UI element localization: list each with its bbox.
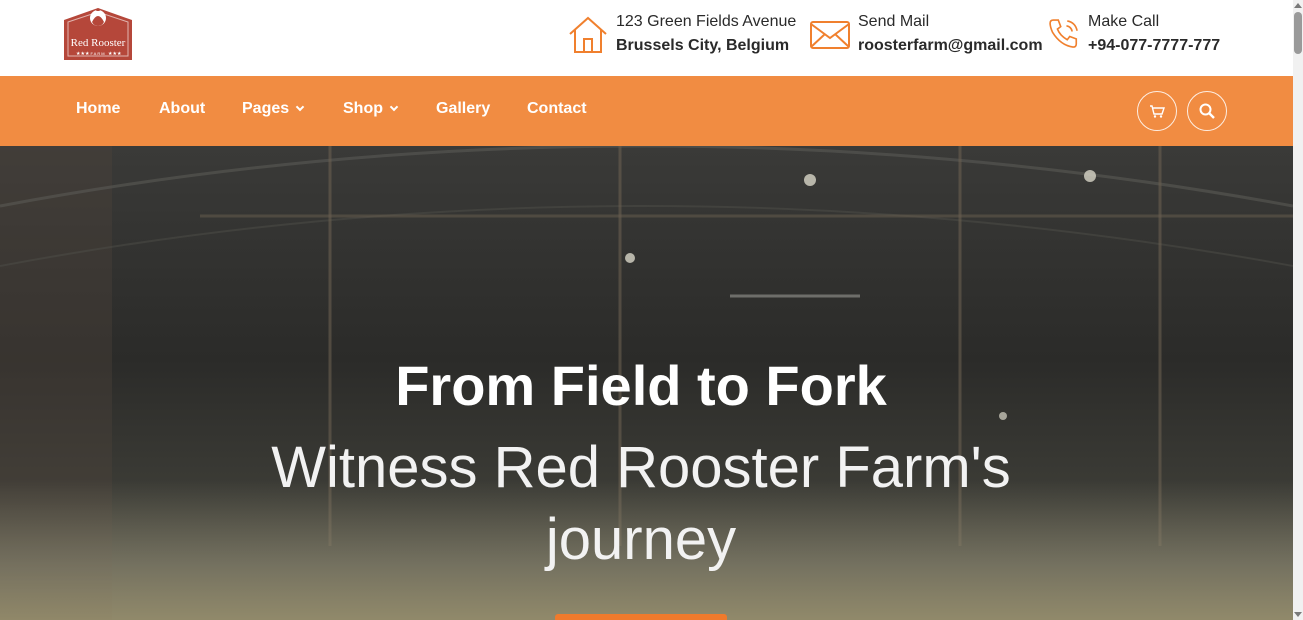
address-line-1: 123 Green Fields Avenue <box>616 13 797 30</box>
phone-number[interactable]: +94-077-7777-777 <box>1088 34 1220 58</box>
hero-cta-button[interactable] <box>555 614 727 620</box>
scroll-up-arrow-icon[interactable] <box>1294 3 1302 8</box>
logo-name: Red Rooster <box>71 37 126 49</box>
call-label: Make Call <box>1088 13 1160 30</box>
mail-address[interactable]: roosterfarm@gmail.com <box>858 34 1043 58</box>
page: Red Rooster FARM ★★★ ★★★ 123 Green Field… <box>0 0 1303 620</box>
nav-item-contact[interactable]: Contact <box>527 100 587 118</box>
nav-item-gallery[interactable]: Gallery <box>436 100 490 118</box>
house-icon <box>569 16 607 53</box>
scroll-thumb[interactable] <box>1294 12 1302 54</box>
svg-text:★★★: ★★★ <box>108 51 122 57</box>
logo-sub: FARM <box>90 51 105 56</box>
scroll-down-arrow-icon[interactable] <box>1294 612 1302 617</box>
mail-icon <box>810 21 850 49</box>
nav-label: Shop <box>343 100 383 117</box>
phone-icon <box>1049 19 1078 48</box>
contact-address: 123 Green Fields Avenue Brussels City, B… <box>566 10 796 58</box>
nav-label: About <box>159 100 206 117</box>
chevron-down-icon <box>389 102 399 112</box>
chevron-down-icon <box>295 102 305 112</box>
hero-section: From Field to Fork Witness Red Rooster F… <box>0 146 1293 620</box>
rooster-logo-icon: Red Rooster FARM ★★★ ★★★ <box>64 8 132 60</box>
hero-subtitle: Witness Red Rooster Farm's journey <box>271 435 1011 572</box>
contact-mail: Send Mail roosterfarm@gmail.com <box>808 10 1043 58</box>
cart-icon <box>1150 105 1165 118</box>
search-icon <box>1199 103 1215 119</box>
nav-item-about[interactable]: About <box>159 100 205 118</box>
address-line-2: Brussels City, Belgium <box>616 37 790 54</box>
page-scrollbar[interactable] <box>1293 0 1303 620</box>
nav-label: Gallery <box>436 100 491 117</box>
nav-label: Contact <box>527 100 587 117</box>
mail-label: Send Mail <box>858 13 930 30</box>
search-button[interactable] <box>1187 91 1227 131</box>
nav-item-home[interactable]: Home <box>76 100 120 118</box>
brand-logo[interactable]: Red Rooster FARM ★★★ ★★★ <box>58 6 138 62</box>
top-header: Red Rooster FARM ★★★ ★★★ 123 Green Field… <box>0 0 1293 76</box>
cart-button[interactable] <box>1137 91 1177 131</box>
nav-label: Home <box>76 100 121 117</box>
nav-item-pages[interactable]: Pages <box>242 100 305 118</box>
nav-item-shop[interactable]: Shop <box>343 100 399 118</box>
main-navigation: Home About Pages Shop Gallery Contact <box>0 76 1293 146</box>
nav-label: Pages <box>242 100 290 117</box>
svg-text:★★★: ★★★ <box>76 51 90 57</box>
contact-call: Make Call +94-077-7777-777 <box>1046 10 1220 58</box>
hero-title: From Field to Fork <box>395 354 887 417</box>
